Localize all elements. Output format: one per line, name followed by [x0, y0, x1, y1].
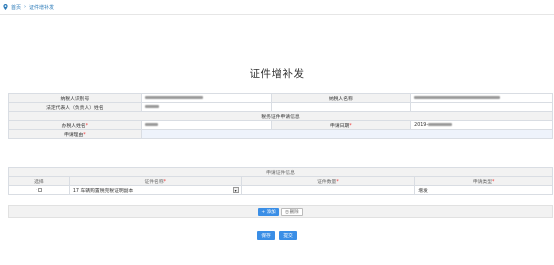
header-divider: [0, 14, 554, 15]
row-select-cell: ·: [8, 185, 70, 195]
checkbox-icon[interactable]: [38, 187, 43, 192]
cert-name-value: 17 车辆购置税完税证明副本: [72, 188, 134, 194]
section-title: 税务证件申请信息: [8, 111, 553, 121]
legal-rep-label: 法定代表人（负责人）姓名: [8, 102, 142, 112]
delete-row-button[interactable]: 删除: [280, 207, 303, 216]
empty-cell: [270, 102, 412, 112]
certificate-caption: 申请证件信息: [8, 167, 553, 177]
breadcrumb: 首页 › 证件增补发: [3, 2, 54, 12]
taxpayer-info-table: 纳税人识别号 纳税人名称 法定代表人（负责人）姓名 税务证件申请信息 办税人姓名…: [8, 93, 554, 139]
page-title: 证件增补发: [249, 68, 305, 80]
legal-rep-value: [140, 102, 272, 112]
col-name-header: 证件名称*: [68, 176, 242, 186]
certificate-table: 申请证件信息 选择 证件名称* 证件数量* 申请类型* · 17 车辆购置税完税…: [8, 167, 553, 195]
cert-name-select[interactable]: 17 车辆购置税完税证明副本 ▾: [68, 185, 242, 195]
empty-cell: [410, 102, 553, 112]
col-qty-header: 证件数量*: [240, 176, 416, 186]
reason-label: 申请理由*: [8, 129, 142, 139]
table-row: · 17 车辆购置税完税证明副本 ▾ 增发: [8, 185, 553, 195]
taxpayer-id-label: 纳税人识别号: [8, 93, 142, 103]
submit-button[interactable]: 提交: [279, 231, 297, 240]
form-actions: 保存 提交: [0, 231, 554, 240]
row-actions-bar: + 添加 删除: [8, 205, 553, 218]
add-row-button[interactable]: + 添加: [258, 207, 279, 216]
taxpayer-name-value: [410, 93, 553, 103]
taxpayer-name-label: 纳税人名称: [270, 93, 412, 103]
apply-date-value: 2019-: [410, 120, 553, 130]
save-button[interactable]: 保存: [257, 231, 275, 240]
breadcrumb-separator: ›: [24, 4, 27, 10]
handler-name-label: 办税人姓名*: [8, 120, 142, 130]
breadcrumb-home-link[interactable]: 首页: [11, 4, 21, 11]
col-type-header: 申请类型*: [414, 176, 553, 186]
col-select-header: 选择: [8, 176, 70, 186]
taxpayer-id-value: [140, 93, 272, 103]
breadcrumb-current: 证件增补发: [29, 4, 55, 11]
apply-type-value: 增发: [418, 188, 428, 194]
cert-qty-input[interactable]: [240, 185, 416, 195]
chevron-down-icon[interactable]: ▾: [232, 187, 239, 193]
handler-name-value: [140, 120, 272, 130]
location-pin-icon: [3, 4, 8, 10]
apply-type-cell: 增发: [414, 185, 553, 195]
apply-date-label: 申请日期*: [270, 120, 412, 130]
trash-icon: [284, 209, 289, 214]
reason-input[interactable]: [140, 129, 554, 139]
